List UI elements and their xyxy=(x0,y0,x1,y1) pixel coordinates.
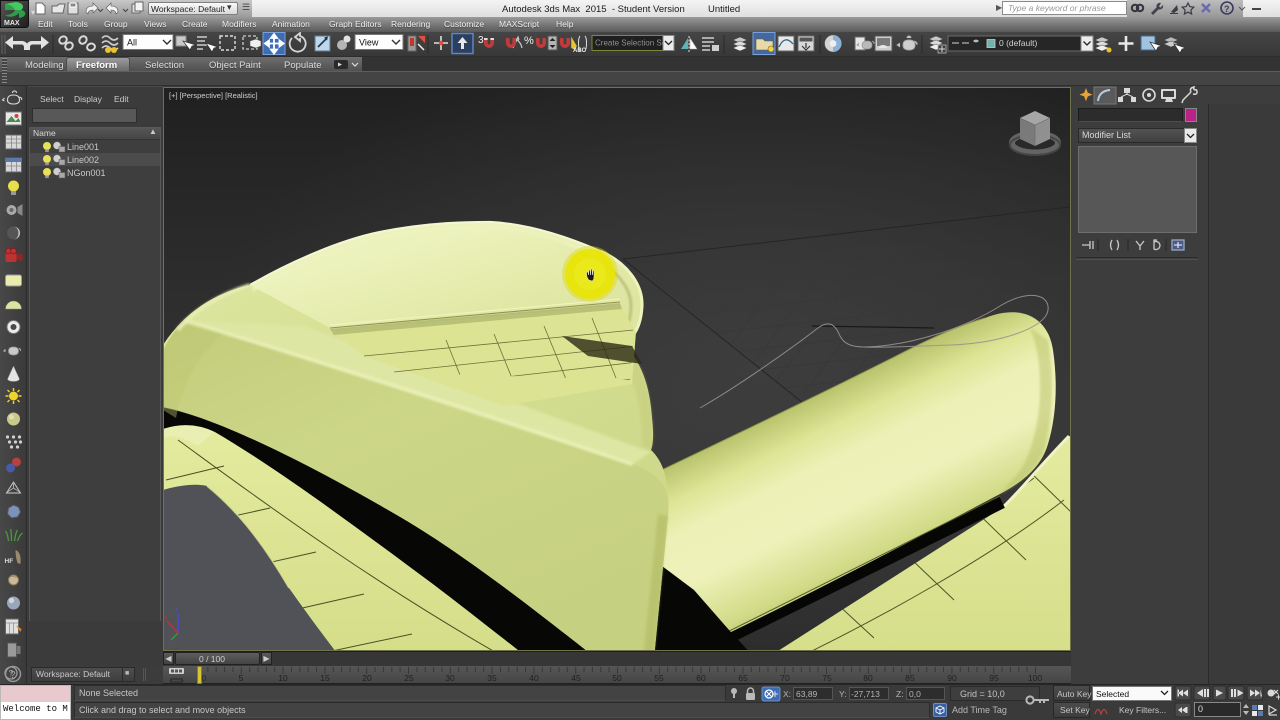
svg-text:0 (default): 0 (default) xyxy=(999,38,1037,48)
svg-text:25: 25 xyxy=(404,673,414,683)
svg-text:Create Selection Se: Create Selection Se xyxy=(595,39,667,48)
svg-text:65: 65 xyxy=(738,673,748,683)
svg-text:70: 70 xyxy=(780,673,790,683)
svg-text:15: 15 xyxy=(320,673,330,683)
svg-text:[+] [Perspective] [Realistic]: [+] [Perspective] [Realistic] xyxy=(169,91,258,100)
svg-text:?: ? xyxy=(9,669,14,679)
svg-text:85: 85 xyxy=(905,673,915,683)
svg-text:90: 90 xyxy=(947,673,957,683)
svg-text:40: 40 xyxy=(529,673,539,683)
svg-text:3: 3 xyxy=(478,35,484,46)
svg-text:60: 60 xyxy=(696,673,706,683)
svg-text:MAX: MAX xyxy=(4,20,20,27)
svg-text:50: 50 xyxy=(612,673,622,683)
svg-text:HF: HF xyxy=(5,558,14,565)
svg-text:20: 20 xyxy=(362,673,372,683)
svg-text:x: x xyxy=(164,614,168,621)
svg-text:All: All xyxy=(127,38,137,48)
svg-text:45: 45 xyxy=(571,673,581,683)
svg-text:55: 55 xyxy=(654,673,664,683)
svg-text:z: z xyxy=(175,607,179,614)
svg-text:%: % xyxy=(524,35,534,47)
svg-text:80: 80 xyxy=(863,673,873,683)
svg-text:View: View xyxy=(359,38,379,48)
svg-text:5: 5 xyxy=(239,673,244,683)
svg-text:35: 35 xyxy=(487,673,497,683)
svg-text:?: ? xyxy=(1224,4,1230,14)
svg-text:95: 95 xyxy=(989,673,999,683)
svg-text:75: 75 xyxy=(822,673,832,683)
svg-text:100: 100 xyxy=(1028,673,1042,683)
svg-text:10: 10 xyxy=(278,673,288,683)
svg-text:30: 30 xyxy=(445,673,455,683)
svg-text:0: 0 xyxy=(202,673,207,683)
